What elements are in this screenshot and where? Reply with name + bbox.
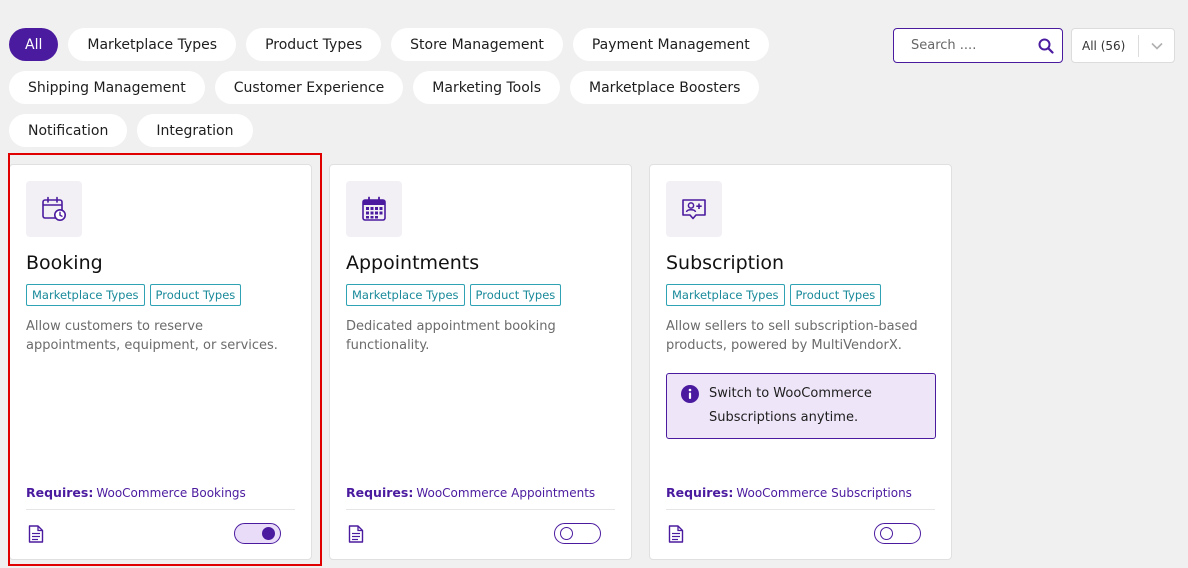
requires-line: Requires: WooCommerce Subscriptions (666, 485, 912, 500)
card-tags: Marketplace Types Product Types (666, 284, 882, 306)
card-title: Booking (26, 252, 103, 274)
module-card-subscription: Subscription Marketplace Types Product T… (649, 164, 952, 560)
filter-product-types[interactable]: Product Types (246, 28, 382, 61)
module-card-booking: Booking Marketplace Types Product Types … (9, 164, 312, 560)
chevron-down-icon[interactable] (1139, 42, 1174, 50)
requires-label: Requires: (666, 485, 734, 500)
module-toggle[interactable] (234, 523, 281, 544)
filter-store-management[interactable]: Store Management (391, 28, 563, 61)
toggle-knob (880, 527, 893, 540)
requires-link[interactable]: WooCommerce Appointments (416, 486, 595, 500)
notice-text: Switch to WooCommerce Subscriptions anyt… (709, 386, 872, 425)
calendar-grid-icon (346, 181, 402, 237)
card-tags: Marketplace Types Product Types (26, 284, 242, 306)
tag-badge[interactable]: Product Types (149, 284, 242, 306)
tag-badge[interactable]: Marketplace Types (26, 284, 145, 306)
requires-label: Requires: (26, 485, 94, 500)
filter-customer-experience[interactable]: Customer Experience (214, 71, 404, 104)
filter-marketplace-types[interactable]: Marketplace Types (68, 28, 237, 61)
module-card-appointments: Appointments Marketplace Types Product T… (329, 164, 632, 560)
user-add-icon (666, 181, 722, 237)
document-icon[interactable] (348, 525, 364, 547)
search-icon[interactable] (1038, 38, 1054, 54)
document-icon[interactable] (28, 525, 44, 547)
requires-link[interactable]: WooCommerce Subscriptions (736, 486, 912, 500)
card-divider (346, 509, 615, 510)
filter-notification[interactable]: Notification (9, 114, 128, 147)
search-box (893, 28, 1063, 63)
module-count-select[interactable]: All (56) (1071, 28, 1175, 63)
card-title: Subscription (666, 252, 785, 274)
module-toggle[interactable] (874, 523, 921, 544)
tag-badge[interactable]: Marketplace Types (346, 284, 465, 306)
filter-marketplace-boosters[interactable]: Marketplace Boosters (570, 71, 760, 104)
calendar-clock-icon (26, 181, 82, 237)
card-description: Dedicated appointment booking functional… (346, 319, 556, 353)
card-divider (26, 509, 295, 510)
toggle-knob (560, 527, 573, 540)
card-tags: Marketplace Types Product Types (346, 284, 562, 306)
module-toggle[interactable] (554, 523, 601, 544)
requires-line: Requires: WooCommerce Appointments (346, 485, 595, 500)
filter-payment-management[interactable]: Payment Management (572, 28, 769, 61)
search-input[interactable] (911, 38, 1026, 53)
requires-link[interactable]: WooCommerce Bookings (96, 486, 245, 500)
filter-all[interactable]: All (9, 28, 59, 61)
requires-line: Requires: WooCommerce Bookings (26, 485, 246, 500)
filter-shipping-management[interactable]: Shipping Management (9, 71, 205, 104)
card-title: Appointments (346, 252, 480, 274)
info-notice: Switch to WooCommerce Subscriptions anyt… (666, 373, 936, 439)
category-filter-bar: All Marketplace Types Product Types Stor… (9, 28, 879, 147)
select-value: All (56) (1082, 38, 1126, 53)
info-icon (681, 385, 699, 407)
card-divider (666, 509, 935, 510)
toggle-knob (262, 527, 275, 540)
tag-badge[interactable]: Marketplace Types (666, 284, 785, 306)
card-description: Allow customers to reserve appointments,… (26, 319, 278, 353)
requires-label: Requires: (346, 485, 414, 500)
document-icon[interactable] (668, 525, 684, 547)
filter-integration[interactable]: Integration (137, 114, 253, 147)
tag-badge[interactable]: Product Types (789, 284, 882, 306)
filter-marketing-tools[interactable]: Marketing Tools (413, 71, 560, 104)
card-description: Allow sellers to sell subscription-based… (666, 319, 918, 353)
tag-badge[interactable]: Product Types (469, 284, 562, 306)
